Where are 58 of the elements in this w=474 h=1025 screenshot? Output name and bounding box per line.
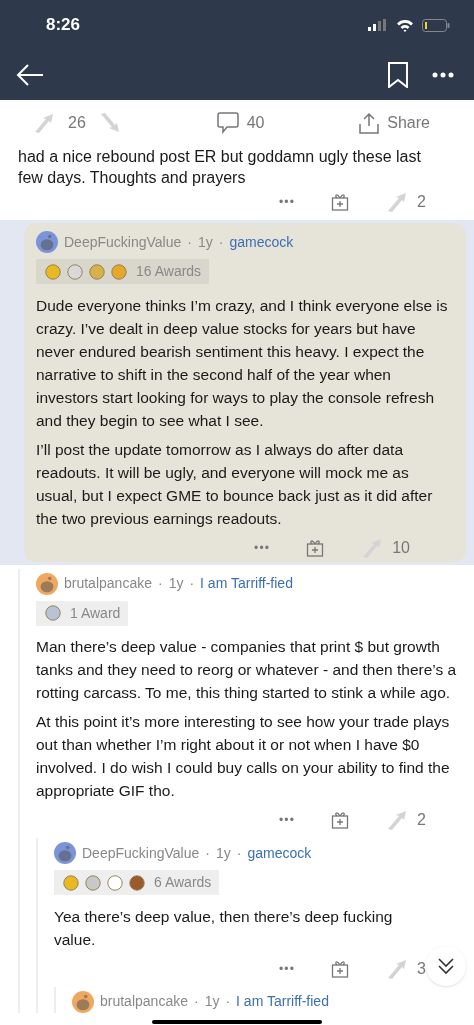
comment-age: 1y bbox=[204, 992, 220, 1011]
chevron-down-icon bbox=[436, 956, 456, 976]
vote-count: 2 bbox=[417, 810, 426, 830]
comment-text: Man there’s deep value - companies that print $ but growth tanks and they need to reorg or whatever - and then there’s a rotting carcass. To me, this thing started to stink a while ago. bbox=[36, 637, 458, 703]
comment-author[interactable]: DeepFuckingValue bbox=[82, 842, 200, 864]
vote-count: 10 bbox=[392, 537, 410, 558]
comment-author[interactable]: brutalpancake bbox=[64, 573, 152, 594]
comment-text: had a nice rebound post ER but goddamn ugly these last few days. Thoughts and prayers bbox=[17, 147, 422, 188]
comment-icon[interactable] bbox=[216, 112, 239, 134]
comment-text: Dude everyone thinks I’m crazy, and I think everyone else is crazy. I’ve dealt in deep value stocks for years but have never endured bearish sentiment this heavy. I expect the narrative to shift in the second half of the year when investors start looking for ways to play the console refresh and they begin to see what I see. bbox=[36, 295, 449, 431]
more-icon[interactable] bbox=[432, 72, 454, 78]
comment-text: At this point it’s more interesting to see how your trade plays out than whether I’m right about it or not when I have $0 involved. I do wish I could buy calls on your ability to find the appropriate GIF tho. bbox=[36, 712, 451, 801]
more-button[interactable]: ••• bbox=[254, 539, 271, 556]
share-button[interactable]: Share bbox=[359, 111, 430, 135]
dot-separator: · bbox=[189, 574, 195, 593]
comment-text: Yea there’s deep value, then there’s deep fucking value. bbox=[54, 906, 394, 950]
gift-icon[interactable] bbox=[331, 811, 350, 829]
share-icon bbox=[359, 112, 380, 134]
comment-age: 1y bbox=[215, 843, 231, 863]
comment-text: I’ll post the update tomorrow as I always do after data readouts. It will be ugly, and everyone will mock me as usual, but I expect GME to bounce back just as it did after the two previous earnings readouts. bbox=[36, 439, 434, 529]
gift-icon[interactable] bbox=[331, 959, 350, 978]
gift-icon[interactable] bbox=[306, 538, 325, 557]
dot-separator: · bbox=[193, 992, 199, 1011]
dot-separator: · bbox=[236, 843, 242, 863]
more-button[interactable]: ••• bbox=[278, 812, 296, 828]
user-flair: I am Tarriff-fied bbox=[236, 992, 329, 1011]
dot-separator: · bbox=[157, 574, 163, 593]
user-flair: I am Tarriff-fied bbox=[200, 574, 293, 593]
vote-count: 2 bbox=[417, 192, 426, 212]
awards-label: 16 Awards bbox=[136, 262, 202, 281]
dot-separator: · bbox=[205, 843, 210, 863]
awards-label: 1 Award bbox=[70, 603, 121, 623]
user-flair: gamecock bbox=[247, 843, 312, 863]
comment-age: 1y bbox=[168, 574, 184, 593]
comment-count: 40 bbox=[246, 113, 265, 133]
user-flair: gamecock bbox=[229, 232, 294, 252]
awards-badge[interactable]: 1 Award bbox=[36, 600, 129, 626]
signal-icon bbox=[368, 19, 388, 31]
scroll-down-button[interactable] bbox=[426, 946, 466, 986]
comment-author[interactable]: DeepFuckingValue bbox=[64, 231, 182, 253]
back-arrow-icon[interactable] bbox=[16, 63, 44, 87]
awards-label: 6 Awards bbox=[154, 873, 212, 892]
battery-icon bbox=[422, 18, 450, 32]
vote-count: 3 bbox=[417, 958, 426, 979]
dot-separator: · bbox=[218, 232, 224, 252]
more-button[interactable]: ••• bbox=[278, 194, 296, 210]
upvote-count: 26 bbox=[68, 113, 86, 133]
bookmark-icon[interactable] bbox=[388, 62, 408, 88]
status-time: 8:26 bbox=[46, 14, 81, 37]
awards-badge[interactable]: 6 Awards bbox=[54, 870, 220, 895]
wifi-icon bbox=[396, 18, 414, 32]
comment-author[interactable]: brutalpancake bbox=[100, 991, 188, 1012]
more-button[interactable]: ••• bbox=[278, 960, 296, 977]
dot-separator: · bbox=[225, 992, 231, 1011]
dot-separator: · bbox=[187, 232, 192, 252]
awards-badge[interactable]: 16 Awards bbox=[36, 259, 210, 284]
comment-age: 1y bbox=[197, 232, 213, 252]
gift-icon[interactable] bbox=[331, 193, 350, 211]
